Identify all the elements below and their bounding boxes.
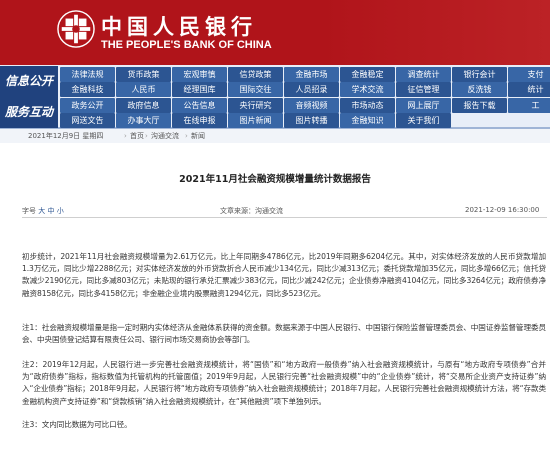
- nav-item[interactable]: 办事大厅: [116, 113, 171, 128]
- article-date: 2021-12-09 16:30:00: [465, 206, 540, 214]
- nav-item[interactable]: 网送文告: [60, 113, 115, 128]
- nav-item[interactable]: 央行研究: [228, 98, 283, 113]
- nav-item[interactable]: 金融稳定: [340, 67, 395, 82]
- breadcrumb-separator: ›: [185, 132, 188, 140]
- current-date: 2021年12月9日 星期四: [28, 132, 104, 140]
- nav-item[interactable]: 网上展厅: [396, 98, 451, 113]
- nav-item[interactable]: 银行会计: [452, 67, 507, 82]
- nav-item[interactable]: 图片新闻: [228, 113, 283, 128]
- nav-item[interactable]: 统计: [508, 82, 550, 97]
- nav-item[interactable]: 调查统计: [396, 67, 451, 82]
- article-paragraph-summary: 初步统计，2021年11月社会融资规模增量为2.61万亿元，比上年同期多4786…: [22, 252, 546, 298]
- bank-name-cn: 中国人民银行: [101, 14, 257, 39]
- article-title: 2021年11月社会融资规模增量统计数据报告: [179, 174, 371, 185]
- nav-section-info-disclosure[interactable]: 信息公开: [0, 66, 58, 97]
- nav-item[interactable]: 金融科技: [60, 82, 115, 97]
- font-size-medium-button[interactable]: 中: [47, 207, 54, 215]
- article-note-2: 注2：2019年12月起，人民银行进一步完善社会融资规模统计，将“国债”和“地方…: [22, 360, 546, 406]
- bank-emblem-icon: [57, 10, 95, 48]
- font-size-large-button[interactable]: 大: [38, 207, 45, 215]
- nav-item[interactable]: 征信管理: [396, 82, 451, 97]
- nav-item[interactable]: 反洗钱: [452, 82, 507, 97]
- nav-item[interactable]: 法律法规: [60, 67, 115, 82]
- breadcrumb-bar: 2021年12月9日 星期四 › 首页 › 沟通交流 › 新闻: [0, 129, 550, 143]
- font-size-small-button[interactable]: 小: [57, 207, 64, 215]
- nav-item[interactable]: 信贷政策: [228, 67, 283, 82]
- breadcrumb-separator: ›: [145, 132, 148, 140]
- nav-item[interactable]: 国际交往: [228, 82, 283, 97]
- nav-item[interactable]: 金融知识: [340, 113, 395, 128]
- nav-item[interactable]: 学术交流: [340, 82, 395, 97]
- nav-item[interactable]: 图片转播: [284, 113, 339, 128]
- header-decoration: [320, 0, 550, 65]
- nav-item[interactable]: 市场动态: [340, 98, 395, 113]
- nav-item[interactable]: 政府信息: [116, 98, 171, 113]
- nav-item[interactable]: 音频视频: [284, 98, 339, 113]
- bank-name-en: THE PEOPLE'S BANK OF CHINA: [101, 39, 272, 51]
- nav-item[interactable]: 在线申报: [172, 113, 227, 128]
- article-note-3: 注3：文内同比数据为可比口径。: [22, 420, 132, 429]
- nav-item[interactable]: 政务公开: [60, 98, 115, 113]
- nav-grid: 法律法规 货币政策 宏观审慎 信贷政策 金融市场 金融稳定 调查统计 银行会计 支付金融科技 人民…: [60, 65, 550, 129]
- nav-item[interactable]: 货币政策: [116, 67, 171, 82]
- nav-item[interactable]: 支付: [508, 67, 550, 82]
- nav-item[interactable]: 工: [508, 98, 550, 113]
- main-navigation: 信息公开 服务互动 法律法规 货币政策 宏观审慎 信贷政策 金融市场 金融稳定 调查统计 银行…: [0, 65, 550, 129]
- font-size-label: 字号: [22, 207, 36, 215]
- nav-section-service-interaction[interactable]: 服务互动: [0, 97, 58, 128]
- breadcrumb-separator: ›: [124, 132, 127, 140]
- nav-item[interactable]: 经理国库: [172, 82, 227, 97]
- article-note-1: 注1：社会融资规模增量是指一定时期内实体经济从金融体系获得的资金额。数据来源于中…: [22, 323, 546, 345]
- nav-item[interactable]: 宏观审慎: [172, 67, 227, 82]
- breadcrumb-section-link[interactable]: 沟通交流: [151, 129, 179, 143]
- article-source: 文章来源：沟通交流: [220, 207, 283, 215]
- nav-item[interactable]: 报告下载: [452, 98, 507, 113]
- breadcrumb-current-link[interactable]: 新闻: [191, 129, 205, 143]
- nav-item[interactable]: 人员招录: [284, 82, 339, 97]
- nav-item[interactable]: 公告信息: [172, 98, 227, 113]
- font-size-control: 字号 大 中 小: [22, 206, 64, 216]
- breadcrumb-home-link[interactable]: 首页: [130, 129, 144, 143]
- site-header: 中国人民银行 THE PEOPLE'S BANK OF CHINA: [0, 0, 550, 65]
- nav-item[interactable]: 关于我们: [396, 113, 451, 128]
- nav-item[interactable]: 人民币: [116, 82, 171, 97]
- divider: [22, 217, 547, 218]
- nav-item[interactable]: 金融市场: [284, 67, 339, 82]
